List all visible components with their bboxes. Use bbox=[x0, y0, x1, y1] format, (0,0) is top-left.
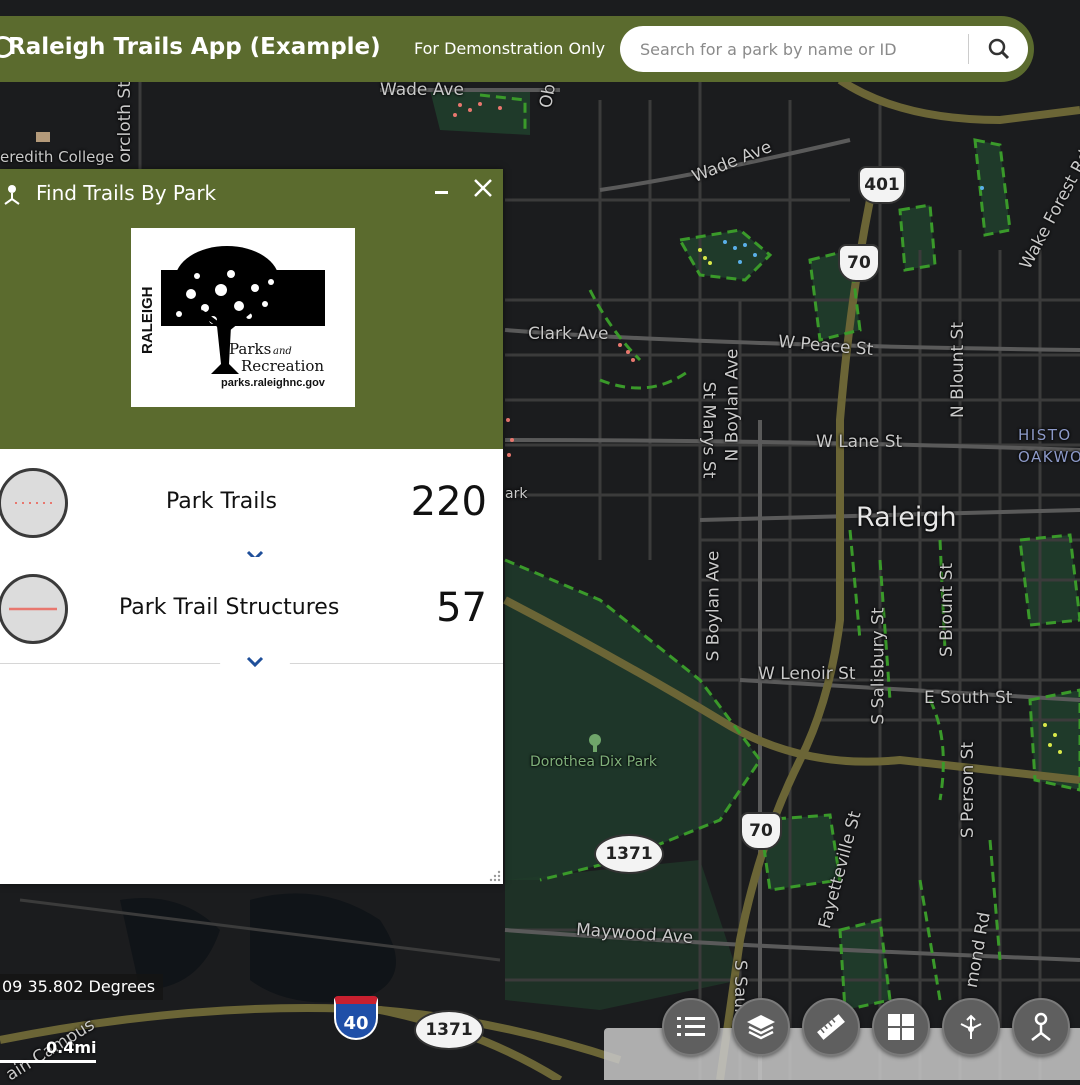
search-input[interactable] bbox=[638, 34, 962, 64]
parks-logo: RALEIGH Parks and Recreation parks.ralei… bbox=[131, 228, 355, 407]
map-label-s-blount-st: S Blount St bbox=[937, 562, 958, 658]
solid-line-symbol bbox=[9, 607, 57, 611]
map-label-dorothea-dix-park: Dorothea Dix Park bbox=[530, 754, 658, 770]
map-label-w-lane-st: W Lane St bbox=[816, 432, 903, 452]
search-divider bbox=[968, 34, 969, 64]
layer-row-park-trails[interactable]: Park Trails 220 bbox=[0, 451, 503, 568]
logo-url-text: parks.raleighnc.gov bbox=[221, 377, 325, 389]
i-40-shield: 40 bbox=[334, 996, 378, 1040]
map-label-st-marys-st: St Marys St bbox=[698, 381, 719, 479]
panel-title: Find Trails By Park bbox=[36, 181, 217, 205]
layer-count-park-trail-structures: 57 bbox=[436, 585, 487, 631]
map-label-w-lenoir-st: W Lenoir St bbox=[758, 664, 856, 684]
map-label-s-person-st: S Person St bbox=[958, 741, 979, 839]
scale-label: 0.4mi bbox=[46, 1038, 97, 1057]
search-icon bbox=[988, 38, 1010, 60]
resize-handle-icon[interactable] bbox=[487, 868, 501, 882]
logo-raleigh-text: RALEIGH bbox=[139, 286, 156, 355]
expand-button-park-trail-structures[interactable] bbox=[220, 650, 290, 674]
map-label-clark-ave: Clark Ave bbox=[528, 324, 609, 344]
map-label-meredith-college: eredith College bbox=[0, 148, 115, 166]
minimize-button[interactable] bbox=[432, 177, 452, 201]
app-header: Raleigh Trails App (Example) For Demonst… bbox=[0, 16, 1034, 82]
logo-recreation-text: Recreation bbox=[241, 357, 325, 375]
map-label-wade-ave: Wade Ave bbox=[380, 80, 464, 100]
layers-icon bbox=[747, 1015, 775, 1040]
map-label-raleigh: Raleigh bbox=[856, 502, 957, 533]
layer-count-park-trails: 220 bbox=[410, 479, 487, 525]
nc-70-shield: 70 bbox=[838, 244, 880, 282]
map-label-n-boylan-ave: N Boylan Ave bbox=[722, 348, 743, 462]
layer-name-park-trails: Park Trails bbox=[166, 489, 277, 514]
logo-parks-text: Parks bbox=[229, 340, 272, 358]
share-button[interactable] bbox=[942, 998, 1000, 1056]
app-title: Raleigh Trails App (Example) bbox=[8, 34, 381, 60]
map-label-e-south-st: E South St bbox=[924, 688, 1013, 708]
sr-1371-shield: 1371 bbox=[594, 834, 664, 874]
logo-and-text: and bbox=[273, 346, 292, 357]
sr-1371-shield-south: 1371 bbox=[414, 1010, 484, 1050]
search-button[interactable] bbox=[982, 34, 1016, 64]
layer-row-park-trail-structures[interactable]: Park Trail Structures 57 bbox=[0, 557, 503, 674]
app-subtitle: For Demonstration Only bbox=[414, 39, 606, 58]
measure-button[interactable] bbox=[802, 998, 860, 1056]
nc-70-shield-south: 70 bbox=[740, 812, 782, 850]
layers-button[interactable] bbox=[732, 998, 790, 1056]
layer-swatch-park-trails bbox=[0, 468, 68, 538]
coordinate-readout: 09 35.802 Degrees bbox=[0, 974, 164, 1000]
search-box bbox=[620, 26, 1028, 72]
map-label-n-blount-st: N Blount St bbox=[947, 322, 968, 418]
basemap-gallery-icon bbox=[888, 1014, 914, 1040]
dotted-line-symbol bbox=[15, 502, 53, 504]
map-label-oberlin-rd: Ob bbox=[536, 82, 561, 110]
find-trails-panel: Find Trails By Park RALEIGH Parks and Re… bbox=[0, 169, 503, 884]
map-label-s-salisbury-st: S Salisbury St bbox=[868, 607, 889, 725]
map-label-park-fragment: ark bbox=[505, 486, 528, 502]
panel-header: Find Trails By Park RALEIGH Parks and Re… bbox=[0, 169, 503, 449]
share-icon bbox=[960, 1014, 982, 1039]
map-label-s-boylan-ave: S Boylan Ave bbox=[703, 550, 724, 662]
close-button[interactable] bbox=[472, 177, 494, 199]
close-icon bbox=[474, 179, 492, 197]
list-icon bbox=[677, 1017, 705, 1036]
map-label-historic-oakwood: HISTO OAKWO bbox=[1018, 426, 1080, 466]
layer-name-park-trail-structures: Park Trail Structures bbox=[119, 595, 340, 620]
basemap-gallery-button[interactable] bbox=[872, 998, 930, 1056]
trail-finder-button[interactable] bbox=[1012, 998, 1070, 1056]
trail-finder-icon bbox=[4, 185, 20, 205]
trail-finder-icon bbox=[1031, 1012, 1051, 1041]
layer-swatch-park-trail-structures bbox=[0, 574, 68, 644]
us-401-shield: 401 bbox=[858, 166, 906, 204]
scale-bar bbox=[0, 1056, 96, 1063]
measure-icon bbox=[817, 1014, 845, 1040]
chevron-down-icon bbox=[246, 656, 264, 668]
legend-list-button[interactable] bbox=[662, 998, 720, 1056]
map-label-gorcloth-st: orcloth St bbox=[114, 81, 135, 163]
